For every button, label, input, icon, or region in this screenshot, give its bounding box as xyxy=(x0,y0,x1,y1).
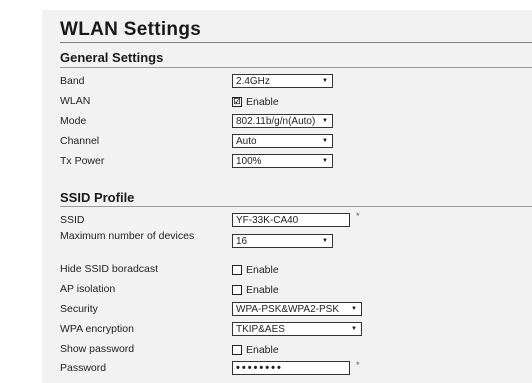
ssid-row: SSID YF-33K-CA40 * xyxy=(42,211,532,231)
show-password-enable-label: Enable xyxy=(246,344,279,356)
chevron-down-icon: ▼ xyxy=(322,138,328,144)
ssid-input[interactable]: YF-33K-CA40 xyxy=(232,213,350,227)
wpa-encryption-select[interactable]: TKIP&AES ▼ xyxy=(232,322,362,336)
tx-power-value: 100% xyxy=(236,156,262,167)
chevron-down-icon: ▼ xyxy=(322,158,328,164)
ap-isolation-row: AP isolation Enable xyxy=(42,282,532,300)
wlan-settings-panel: WLAN Settings General Settings Band 2.4G… xyxy=(42,10,532,383)
wpa-encryption-value: TKIP&AES xyxy=(236,324,285,335)
ssid-label: SSID xyxy=(60,214,85,226)
max-devices-row: Maximum number of devices 16 ▼ xyxy=(42,230,532,256)
max-devices-select[interactable]: 16 ▼ xyxy=(232,234,333,248)
page-title: WLAN Settings xyxy=(60,19,202,40)
wlan-row: WLAN ☑ Enable xyxy=(42,94,532,112)
password-input[interactable]: •••••••• xyxy=(232,361,350,375)
show-password-checkbox[interactable]: Enable xyxy=(232,342,279,358)
ap-isolation-label: AP isolation xyxy=(60,283,116,295)
band-label: Band xyxy=(60,75,85,87)
mode-row: Mode 802.11b/g/n(Auto) ▼ xyxy=(42,114,532,132)
band-value: 2.4GHz xyxy=(236,76,270,87)
ap-isolation-enable-label: Enable xyxy=(246,284,279,296)
show-password-row: Show password Enable xyxy=(42,342,532,360)
hide-ssid-enable-label: Enable xyxy=(246,264,279,276)
chevron-down-icon: ▼ xyxy=(351,326,357,332)
hide-ssid-row: Hide SSID boradcast Enable xyxy=(42,262,532,280)
security-value: WPA-PSK&WPA2-PSK xyxy=(236,304,339,315)
hide-ssid-checkbox[interactable]: Enable xyxy=(232,262,279,278)
chevron-down-icon: ▼ xyxy=(322,78,328,84)
checkbox-checked-icon: ☑ xyxy=(232,97,242,107)
ssid-profile-divider xyxy=(60,206,532,207)
security-row: Security WPA-PSK&WPA2-PSK ▼ xyxy=(42,302,532,320)
tx-power-label: Tx Power xyxy=(60,155,105,167)
ssid-value: YF-33K-CA40 xyxy=(232,213,350,227)
chevron-down-icon: ▼ xyxy=(351,306,357,312)
password-row: Password •••••••• * xyxy=(42,360,532,379)
password-value: •••••••• xyxy=(232,361,350,375)
mode-value: 802.11b/g/n(Auto) xyxy=(236,116,316,127)
checkbox-icon xyxy=(232,285,242,295)
tx-power-row: Tx Power 100% ▼ xyxy=(42,154,532,172)
chevron-down-icon: ▼ xyxy=(322,238,328,244)
hide-ssid-label: Hide SSID boradcast xyxy=(60,263,159,275)
wpa-encryption-label: WPA encryption xyxy=(60,323,134,335)
checkbox-icon xyxy=(232,345,242,355)
channel-select[interactable]: Auto ▼ xyxy=(232,134,333,148)
channel-row: Channel Auto ▼ xyxy=(42,134,532,152)
max-devices-value: 16 xyxy=(236,236,248,247)
wlan-label: WLAN xyxy=(60,95,91,107)
general-settings-heading: General Settings xyxy=(60,50,164,65)
wpa-encryption-row: WPA encryption TKIP&AES ▼ xyxy=(42,322,532,340)
channel-label: Channel xyxy=(60,135,100,147)
password-required-mark: * xyxy=(356,360,360,370)
max-devices-label: Maximum number of devices xyxy=(60,230,195,242)
chevron-down-icon: ▼ xyxy=(322,118,328,124)
title-divider xyxy=(60,42,532,43)
wlan-enable-label: Enable xyxy=(246,96,279,108)
band-row: Band 2.4GHz ▼ xyxy=(42,74,532,92)
show-password-label: Show password xyxy=(60,343,135,355)
ssid-required-mark: * xyxy=(356,211,360,221)
channel-value: Auto xyxy=(236,136,257,147)
tx-power-select[interactable]: 100% ▼ xyxy=(232,154,333,168)
checkbox-icon xyxy=(232,265,242,275)
band-select[interactable]: 2.4GHz ▼ xyxy=(232,74,333,88)
general-settings-divider xyxy=(60,67,532,68)
password-label: Password xyxy=(60,362,107,374)
mode-select[interactable]: 802.11b/g/n(Auto) ▼ xyxy=(232,114,333,128)
security-label: Security xyxy=(60,303,98,315)
ssid-profile-heading: SSID Profile xyxy=(60,190,135,205)
wlan-enable-checkbox[interactable]: ☑ Enable xyxy=(232,94,279,110)
mode-label: Mode xyxy=(60,115,87,127)
security-select[interactable]: WPA-PSK&WPA2-PSK ▼ xyxy=(232,302,362,316)
ap-isolation-checkbox[interactable]: Enable xyxy=(232,282,279,298)
